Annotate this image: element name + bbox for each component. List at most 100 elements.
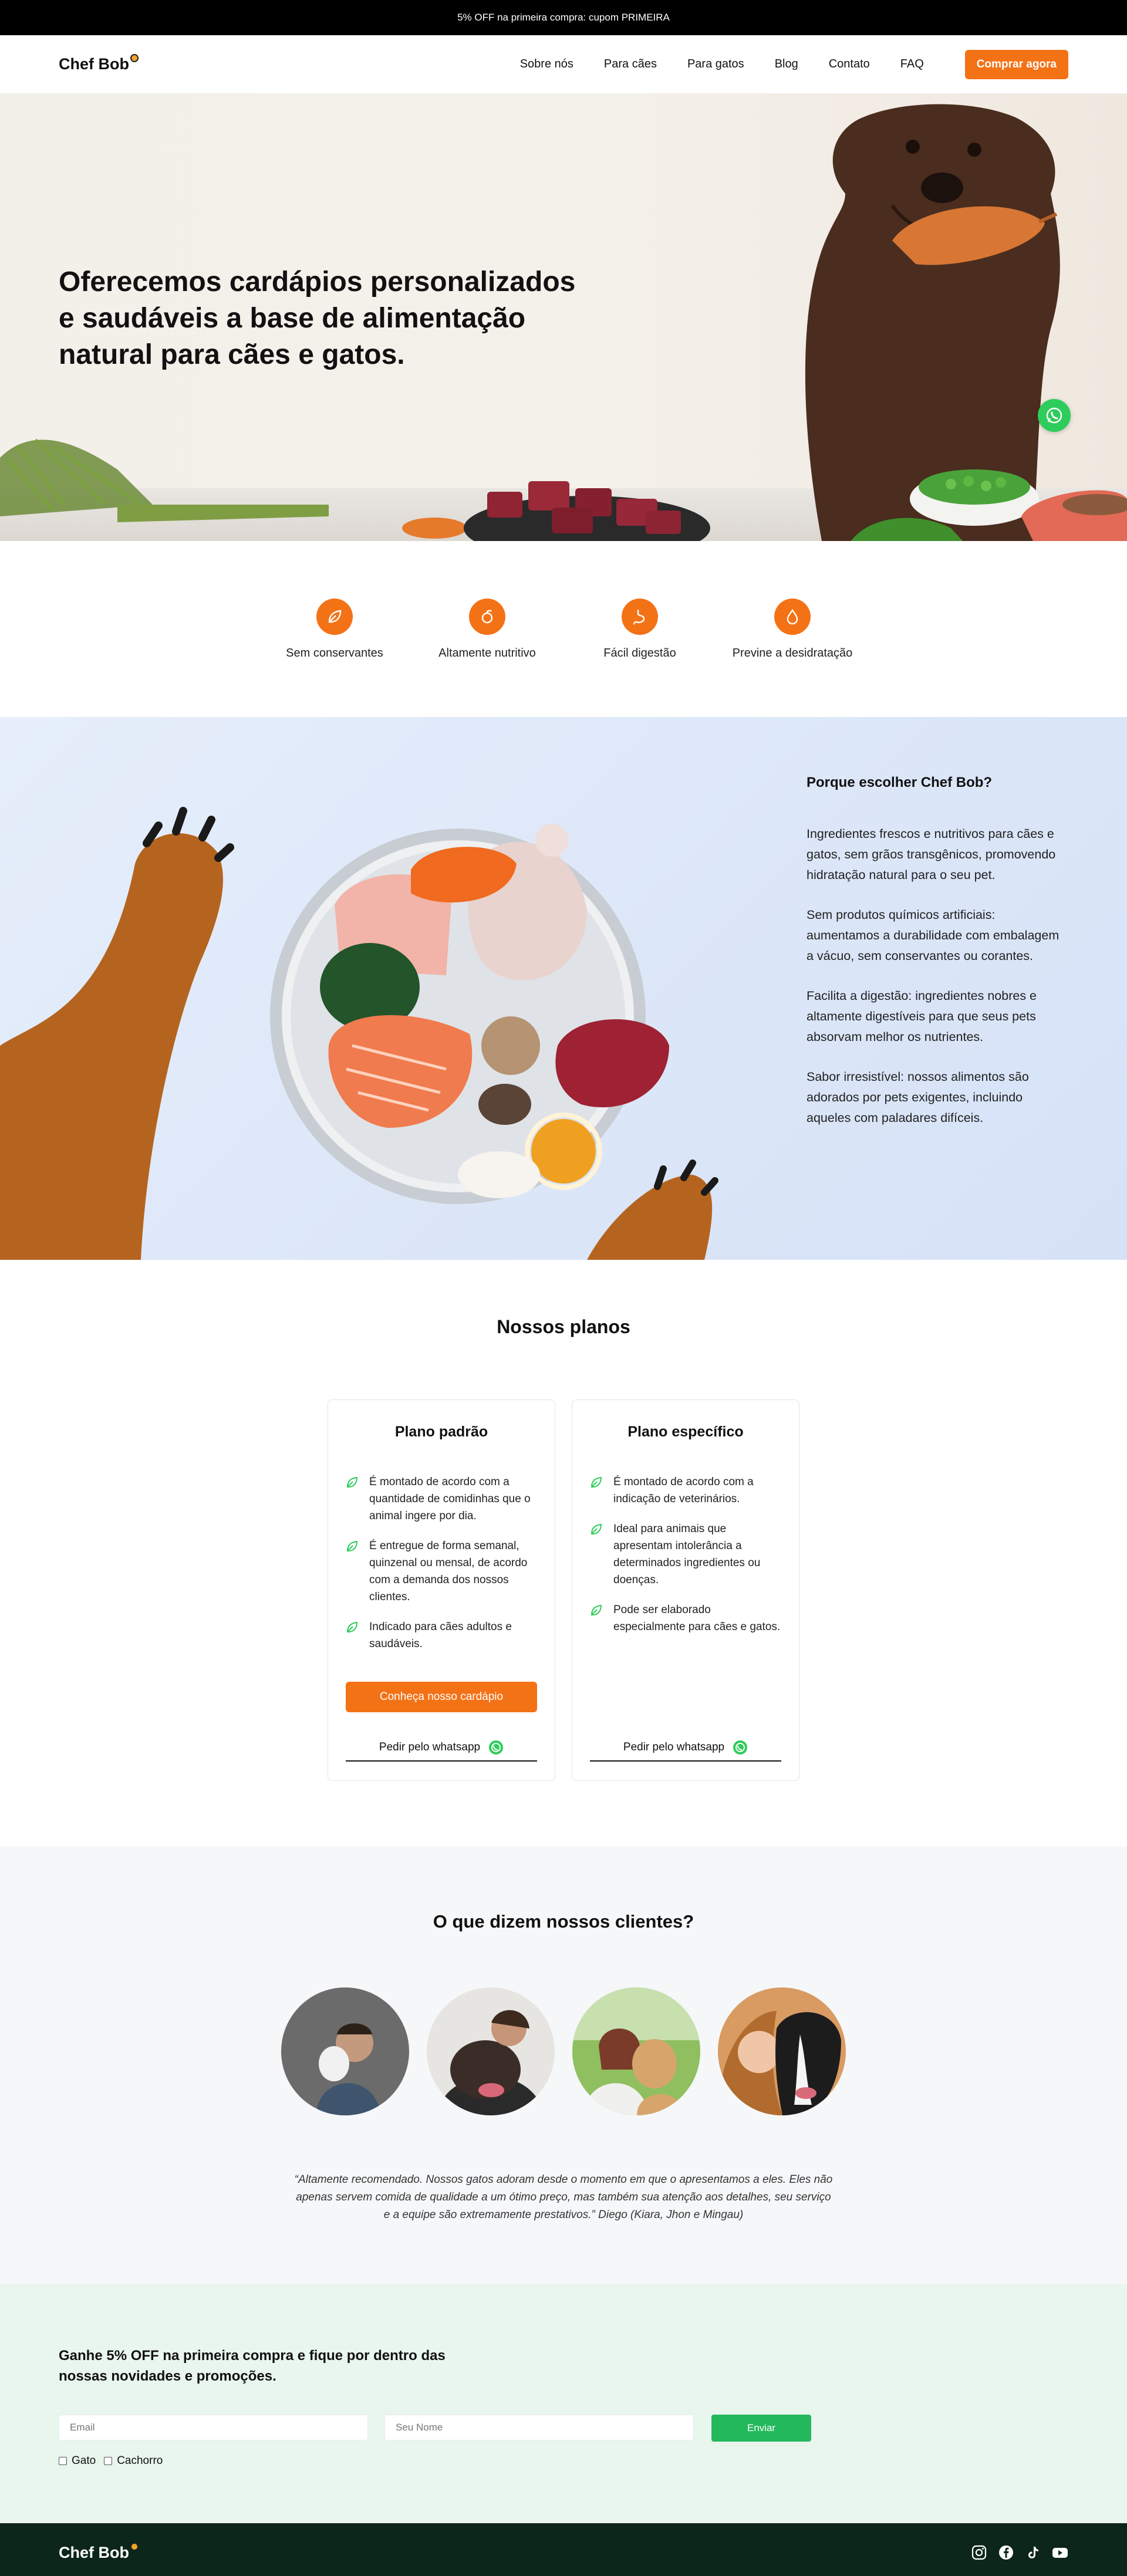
leaf-icon (346, 1476, 358, 1488)
order-whatsapp-label: Pedir pelo whatsapp (379, 1741, 481, 1753)
footer-logo[interactable]: Chef Bob (59, 2542, 139, 2562)
option-dog[interactable]: Cachorro (104, 2455, 163, 2467)
plan-feature: Ideal para animais que apresentam intole… (590, 1520, 781, 1588)
plan-features: É montado de acordo com a quantidade de … (346, 1473, 537, 1652)
plan-feature-text: É entregue de forma semanal, quinzenal o… (369, 1540, 528, 1603)
youtube-icon (1052, 2548, 1068, 2558)
testimonial-avatar[interactable] (718, 1987, 846, 2115)
why-paragraph: Sabor irresistível: nossos alimentos são… (807, 1070, 1029, 1125)
plans-section: Nossos planos Plano padrão É montado de … (0, 1260, 1127, 1847)
menu-button[interactable]: Conheça nosso cardápio (346, 1682, 537, 1712)
logo-text: Chef Bob (59, 55, 129, 73)
send-button[interactable]: Enviar (711, 2415, 811, 2442)
food-bowl-image (0, 807, 718, 1260)
apple-icon (481, 609, 493, 623)
plans-title: Nossos planos (497, 1316, 630, 1337)
whatsapp-icon (733, 1740, 748, 1754)
tiktok-icon (1028, 2547, 1038, 2558)
testimonials-title: O que dizem nossos clientes? (433, 1911, 694, 1932)
testimonial-quote: “Altamente recomendado. Nossos gatos ado… (294, 2173, 833, 2221)
why-section: Porque escolher Chef Bob? Ingredientes f… (0, 717, 1127, 1260)
testimonial-avatar[interactable] (572, 1987, 700, 2115)
nav-sobre-nos[interactable]: Sobre nós (520, 58, 573, 71)
option-cat[interactable]: Gato (59, 2455, 96, 2467)
option-label: Gato (72, 2455, 96, 2467)
bowl-image (270, 824, 669, 1204)
plan-card-specific: Plano específico É montado de acordo com… (572, 1399, 799, 1781)
cat-checkbox[interactable] (59, 2457, 67, 2465)
facebook-icon (999, 2545, 1013, 2560)
plan-feature: Indicado para cães adultos e saudáveis. (346, 1618, 537, 1652)
meat-bowl-image (464, 481, 710, 541)
feature-item: Fácil digestão (564, 598, 716, 660)
plan-feature: É montado de acordo com a quantidade de … (346, 1473, 537, 1524)
plan-feature-text: Indicado para cães adultos e saudáveis. (369, 1621, 512, 1650)
logo-dot-icon (130, 54, 139, 62)
plan-feature-text: Pode ser elaborado especialmente para cã… (613, 1604, 781, 1633)
social-links (971, 2544, 1068, 2561)
feature-icon-circle (469, 598, 505, 635)
logo-dot-icon (130, 2542, 139, 2551)
order-whatsapp-link[interactable]: Pedir pelo whatsapp (590, 1735, 781, 1762)
feature-item: Previne a desidratação (716, 598, 869, 660)
woman-with-dog-photo (427, 1987, 555, 2115)
dog-checkbox[interactable] (104, 2457, 113, 2465)
stomach-icon (633, 609, 645, 624)
nav-para-gatos[interactable]: Para gatos (687, 58, 744, 71)
leaf-icon (591, 1604, 602, 1615)
leaf-icon (591, 1523, 602, 1534)
leaf-icon (346, 1621, 358, 1632)
logo-text: Chef Bob (59, 2543, 129, 2561)
nav-faq[interactable]: FAQ (900, 58, 924, 71)
nav-para-caes[interactable]: Para cães (604, 58, 657, 71)
instagram-icon (971, 2545, 987, 2560)
youtube-link[interactable] (1052, 2544, 1068, 2561)
leaf-icon (328, 610, 342, 623)
site-footer: Chef Bob (0, 2523, 1127, 2576)
peas-bowl-image (910, 469, 1039, 526)
man-with-cat-photo (281, 1987, 409, 2115)
newsletter-section: Ganhe 5% OFF na primeira compra e fique … (0, 2284, 1127, 2523)
order-whatsapp-link[interactable]: Pedir pelo whatsapp (346, 1735, 537, 1762)
woman-kissing-dog-photo (572, 1987, 700, 2115)
plan-name: Plano padrão (394, 1424, 488, 1440)
logo[interactable]: Chef Bob (59, 54, 139, 73)
plan-feature: É entregue de forma semanal, quinzenal o… (346, 1537, 537, 1605)
nav-contato[interactable]: Contato (829, 58, 870, 71)
water-drop-icon (787, 608, 798, 624)
nav-blog[interactable]: Blog (775, 58, 798, 71)
feature-item: Altamente nutritivo (411, 598, 564, 660)
whatsapp-icon (1046, 407, 1062, 424)
why-paragraph: Facilita a digestão: ingredientes nobres… (807, 989, 1037, 1044)
instagram-link[interactable] (971, 2544, 987, 2561)
vegetables-left-image (0, 438, 467, 539)
email-field[interactable] (59, 2415, 368, 2440)
newsletter-title: Ganhe 5% OFF na primeira compra e fique … (59, 2348, 446, 2384)
why-title: Porque escolher Chef Bob? (807, 775, 993, 790)
site-header: Chef Bob Sobre nós Para cães Para gatos … (0, 35, 1127, 94)
testimonial-avatar[interactable] (281, 1987, 409, 2115)
whatsapp-icon (489, 1740, 504, 1754)
dog-paw-left-image (0, 807, 234, 1260)
plan-name: Plano específico (627, 1424, 744, 1440)
why-paragraph: Ingredientes frescos e nutritivos para c… (807, 827, 1056, 882)
feature-item: Sem conservantes (258, 598, 411, 660)
why-paragraph: Sem produtos químicos artificiais: aumen… (807, 908, 1059, 963)
hero-image (0, 104, 1127, 541)
plan-feature: É montado de acordo com a indicação de v… (590, 1473, 781, 1507)
feature-icon-circle (316, 598, 353, 635)
order-whatsapp-label: Pedir pelo whatsapp (623, 1741, 725, 1753)
tiktok-link[interactable] (1025, 2544, 1041, 2561)
woman-with-border-collie-photo (718, 1987, 846, 2115)
feature-label: Previne a desidratação (732, 646, 853, 660)
features: Sem conservantes Altamente nutritivo Fác… (0, 541, 1127, 717)
leaf-icon (591, 1476, 602, 1488)
facebook-link[interactable] (998, 2544, 1014, 2561)
name-field[interactable] (384, 2415, 694, 2440)
buy-now-button[interactable]: Comprar agora (964, 49, 1068, 79)
whatsapp-float-button[interactable] (1038, 399, 1071, 432)
feature-label: Fácil digestão (603, 646, 676, 660)
promo-bar: 5% OFF na primeira compra: cupom PRIMEIR… (0, 0, 1127, 35)
plan-feature-text: Ideal para animais que apresentam intole… (613, 1523, 761, 1586)
testimonial-avatar[interactable] (427, 1987, 555, 2115)
